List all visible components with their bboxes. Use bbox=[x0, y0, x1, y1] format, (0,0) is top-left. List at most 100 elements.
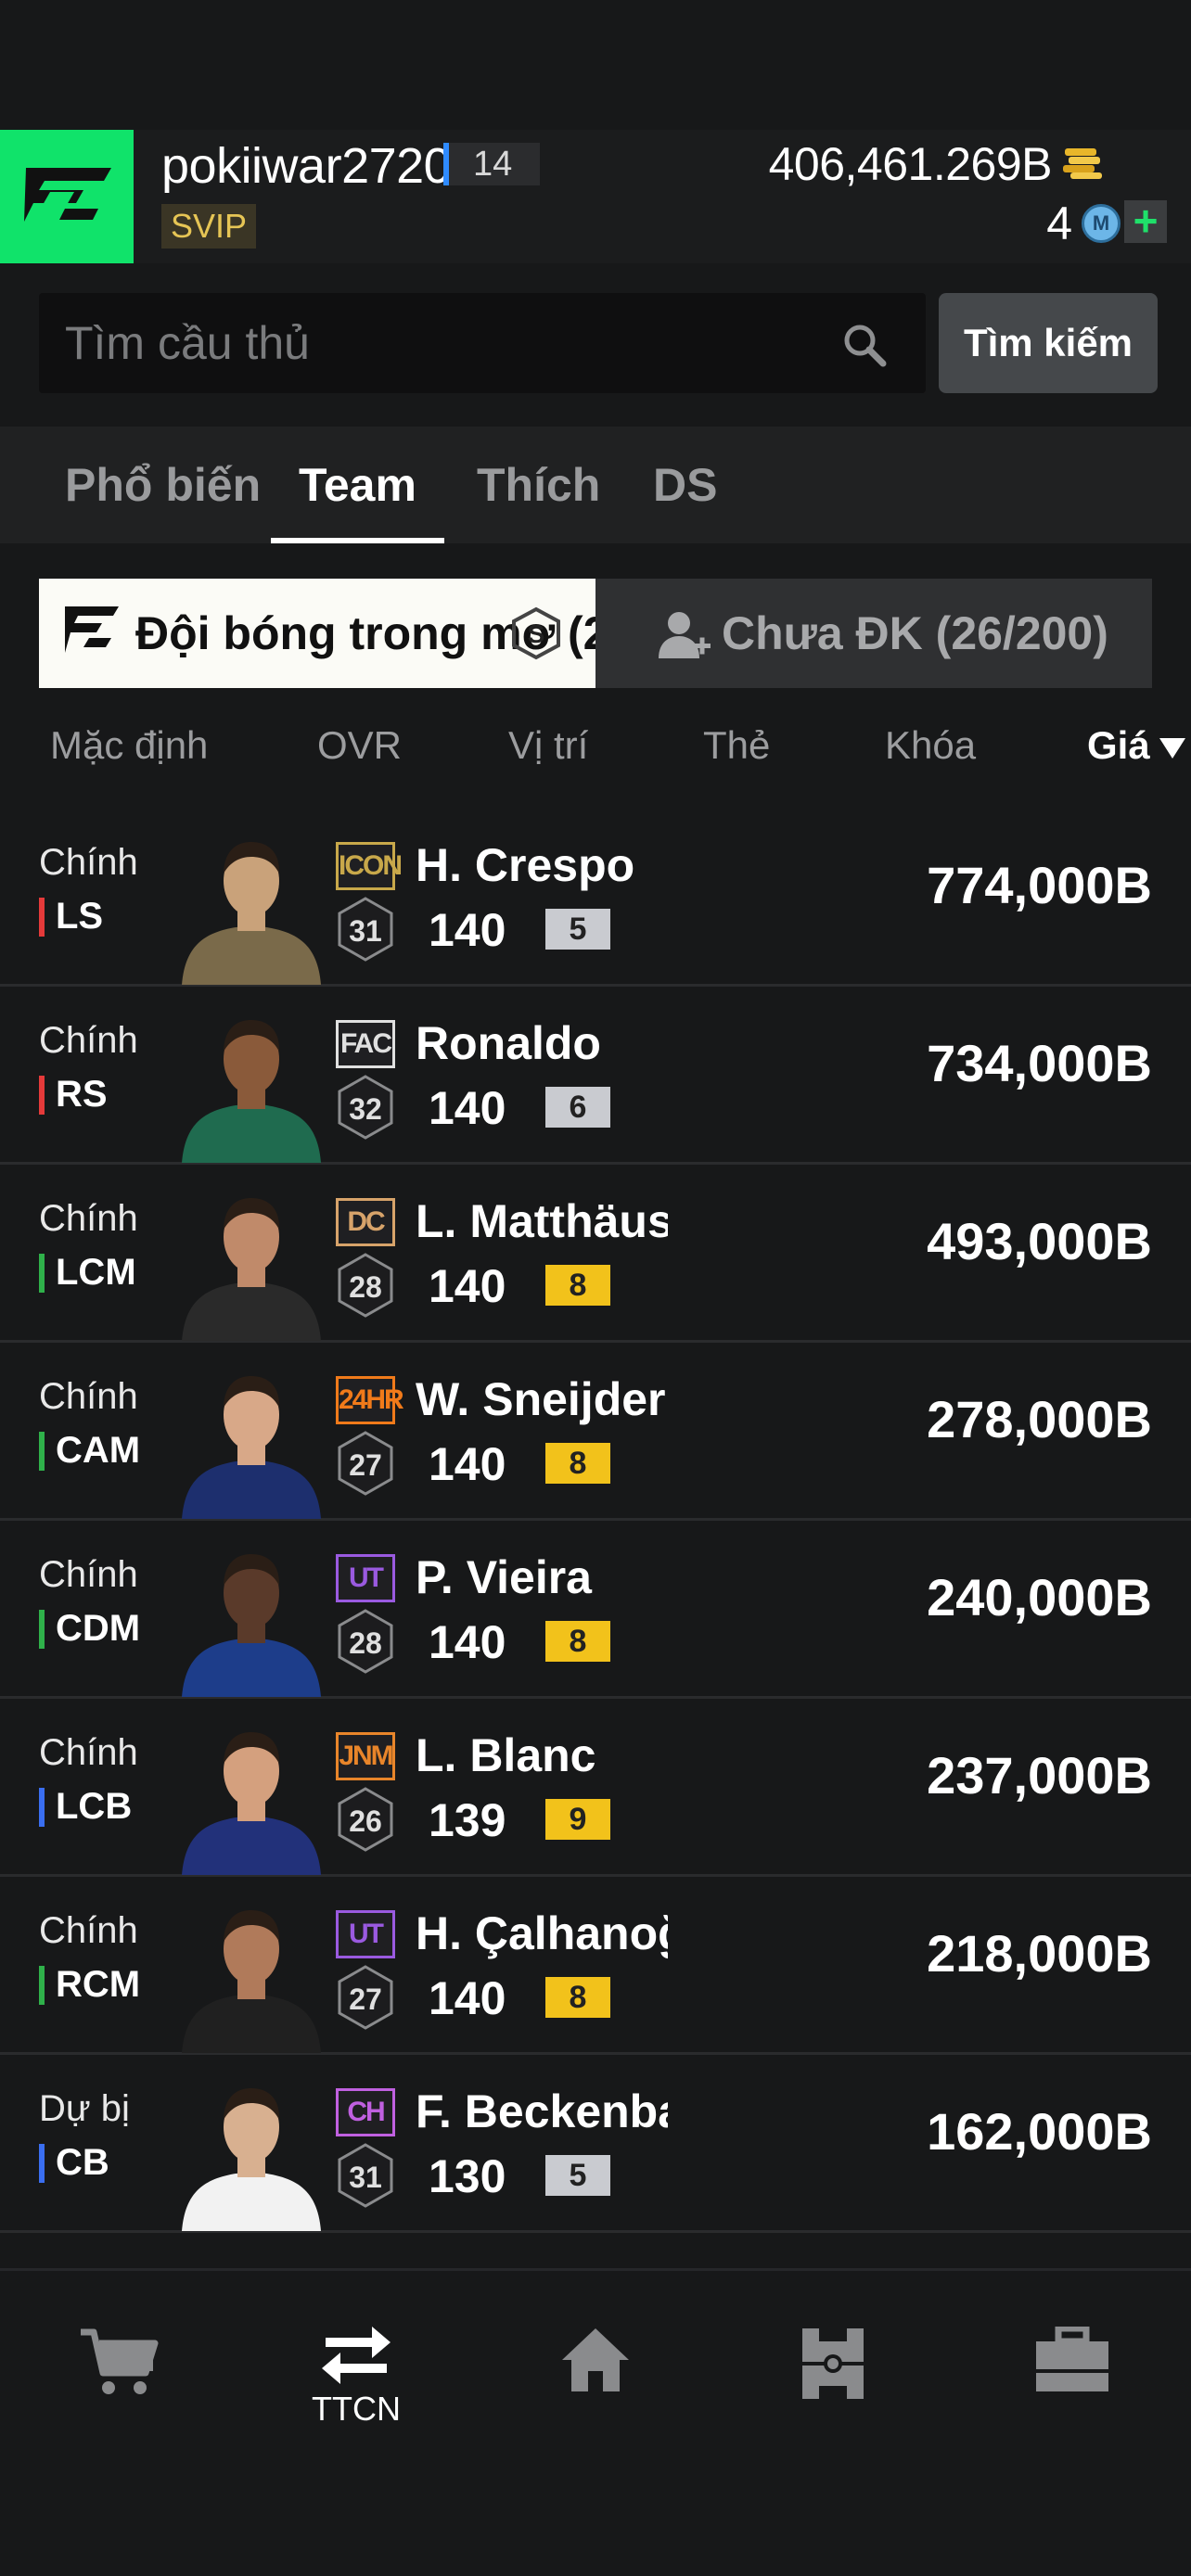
team-dropdown[interactable]: Đội bóng trong mơ S (2 bbox=[39, 579, 596, 688]
player-name: L. Matthäus bbox=[416, 1195, 668, 1247]
fc-team-icon bbox=[65, 606, 119, 653]
player-role: Chính bbox=[39, 1910, 138, 1951]
upgrade-level: 8 bbox=[545, 1265, 610, 1306]
sort-desc-icon[interactable] bbox=[1159, 738, 1185, 759]
player-price: 493,000B bbox=[927, 1212, 1152, 1270]
tab-favorites[interactable]: Thích bbox=[477, 427, 600, 543]
position-color-bar bbox=[39, 898, 45, 937]
search-button[interactable]: Tìm kiếm bbox=[939, 293, 1158, 393]
player-ovr: 140 bbox=[429, 1972, 506, 2024]
sort-position[interactable]: Vị trí bbox=[508, 723, 588, 768]
nav-home[interactable] bbox=[531, 2327, 660, 2393]
sort-card[interactable]: Thẻ bbox=[703, 723, 770, 768]
player-portrait bbox=[182, 1020, 321, 1163]
level-badge: 14 bbox=[443, 143, 540, 185]
bottom-navigation: TTCN bbox=[0, 2268, 1191, 2576]
player-row[interactable]: Chính LCB JNM 26 L. Blanc 139 9 237,000B bbox=[0, 1701, 1191, 1877]
player-portrait bbox=[182, 1910, 321, 2053]
player-grade: 28 bbox=[349, 1626, 382, 1660]
player-position: CDM bbox=[56, 1608, 141, 1649]
player-ovr: 140 bbox=[429, 904, 506, 956]
season-badge: 24HR bbox=[336, 1376, 404, 1424]
player-row[interactable]: Chính RS FAC 32 Ronaldo 140 6 734,000B bbox=[0, 988, 1191, 1165]
coin-balance: 406,461.269B bbox=[768, 138, 1053, 190]
player-price: 218,000B bbox=[927, 1924, 1152, 1983]
sort-ovr[interactable]: OVR bbox=[317, 723, 402, 768]
player-row[interactable]: Chính RCM UT 27 H. Çalhanoğlu 140 8 218,… bbox=[0, 1879, 1191, 2055]
player-position: RCM bbox=[56, 1964, 141, 2005]
season-badge: CH bbox=[336, 2088, 395, 2136]
player-row[interactable]: Chính LCM DC 28 L. Matthäus 140 8 493,00… bbox=[0, 1167, 1191, 1343]
player-ovr: 140 bbox=[429, 1616, 506, 1668]
transfer-icon bbox=[322, 2327, 391, 2384]
player-grade: 26 bbox=[349, 1804, 382, 1838]
team-grade-badge: S bbox=[512, 606, 560, 660]
player-row[interactable]: Chính LS ICON 31 H. Crespo 140 5 774,000… bbox=[0, 810, 1191, 987]
search-icon[interactable] bbox=[840, 321, 889, 369]
position-color-bar bbox=[39, 2144, 45, 2183]
player-row[interactable]: Chính CAM 24HR 27 W. Sneijder 140 8 278,… bbox=[0, 1345, 1191, 1521]
sort-lock[interactable]: Khóa bbox=[885, 723, 976, 768]
formation-icon bbox=[802, 2328, 864, 2399]
player-grade: 28 bbox=[349, 1270, 382, 1304]
player-grade: 31 bbox=[349, 914, 382, 948]
player-role: Chính bbox=[39, 1020, 138, 1061]
upgrade-level: 6 bbox=[545, 1087, 610, 1128]
player-position: LCB bbox=[56, 1786, 133, 1827]
player-name: H. Crespo bbox=[416, 839, 635, 891]
season-badge: UT bbox=[336, 1910, 395, 1958]
tab-team[interactable]: Team bbox=[271, 427, 444, 543]
unregistered-label: Chưa ĐK (26/200) bbox=[722, 607, 1108, 659]
briefcase-icon bbox=[1036, 2327, 1108, 2391]
position-color-bar bbox=[39, 1966, 45, 2005]
tab-popular[interactable]: Phổ biến bbox=[65, 427, 261, 543]
player-grade: 31 bbox=[349, 2161, 382, 2194]
player-position: RS bbox=[56, 1074, 108, 1115]
position-color-bar bbox=[39, 1432, 45, 1471]
upgrade-level: 8 bbox=[545, 1977, 610, 2018]
m-point-icon: M bbox=[1082, 204, 1121, 243]
player-role: Chính bbox=[39, 1554, 138, 1595]
player-name: P. Vieira bbox=[416, 1551, 592, 1603]
player-row[interactable]: Chính CDM UT 28 P. Vieira 140 8 240,000B bbox=[0, 1523, 1191, 1699]
player-name: F. Beckenbauer bbox=[416, 2085, 668, 2137]
player-grade: 27 bbox=[349, 1448, 382, 1482]
vip-badge: SVIP bbox=[161, 204, 257, 249]
player-ovr: 140 bbox=[429, 1260, 506, 1312]
player-grade: 32 bbox=[349, 1092, 382, 1126]
search-bar bbox=[39, 293, 926, 393]
home-icon bbox=[562, 2328, 629, 2391]
team-count-suffix: (2 bbox=[568, 607, 596, 659]
upgrade-level: 5 bbox=[545, 909, 610, 950]
search-input[interactable] bbox=[65, 293, 826, 393]
sort-default[interactable]: Mặc định bbox=[50, 723, 208, 768]
player-grade: 27 bbox=[349, 1983, 382, 2016]
sort-bar: Mặc định OVR Vị trí Thẻ Khóa Giá bbox=[0, 714, 1191, 779]
player-row[interactable]: Dự bị CB CH 31 F. Beckenbauer 130 5 162,… bbox=[0, 2057, 1191, 2233]
add-points-button[interactable]: + bbox=[1124, 199, 1167, 243]
nav-inventory[interactable] bbox=[1007, 2327, 1137, 2393]
add-user-icon bbox=[659, 612, 711, 658]
upgrade-level: 8 bbox=[545, 1443, 610, 1484]
unregistered-filter-button[interactable]: Chưa ĐK (26/200) bbox=[596, 579, 1152, 688]
username: pokiiwar2720 bbox=[161, 138, 452, 194]
player-portrait bbox=[182, 1732, 321, 1875]
player-list: Chính LS ICON 31 H. Crespo 140 5 774,000… bbox=[0, 810, 1191, 2268]
nav-transfer-market[interactable]: TTCN bbox=[291, 2327, 421, 2429]
player-position: LCM bbox=[56, 1252, 136, 1293]
player-portrait bbox=[182, 1198, 321, 1341]
account-header: pokiiwar2720 14 SVIP 406,461.269B 4 M + bbox=[0, 130, 1191, 263]
team-name: Đội bóng trong mơ bbox=[135, 607, 556, 659]
player-position: CAM bbox=[56, 1430, 141, 1471]
position-color-bar bbox=[39, 1610, 45, 1649]
player-position: CB bbox=[56, 2142, 109, 2183]
player-price: 162,000B bbox=[927, 2102, 1152, 2161]
nav-formation[interactable] bbox=[768, 2327, 898, 2401]
m-point-count: 4 bbox=[1046, 198, 1072, 249]
player-role: Chính bbox=[39, 1198, 138, 1239]
sort-price[interactable]: Giá bbox=[1087, 723, 1150, 768]
player-name: W. Sneijder bbox=[416, 1373, 666, 1425]
tab-list[interactable]: DS bbox=[653, 427, 717, 543]
nav-shop[interactable] bbox=[54, 2327, 184, 2397]
player-ovr: 139 bbox=[429, 1794, 506, 1846]
